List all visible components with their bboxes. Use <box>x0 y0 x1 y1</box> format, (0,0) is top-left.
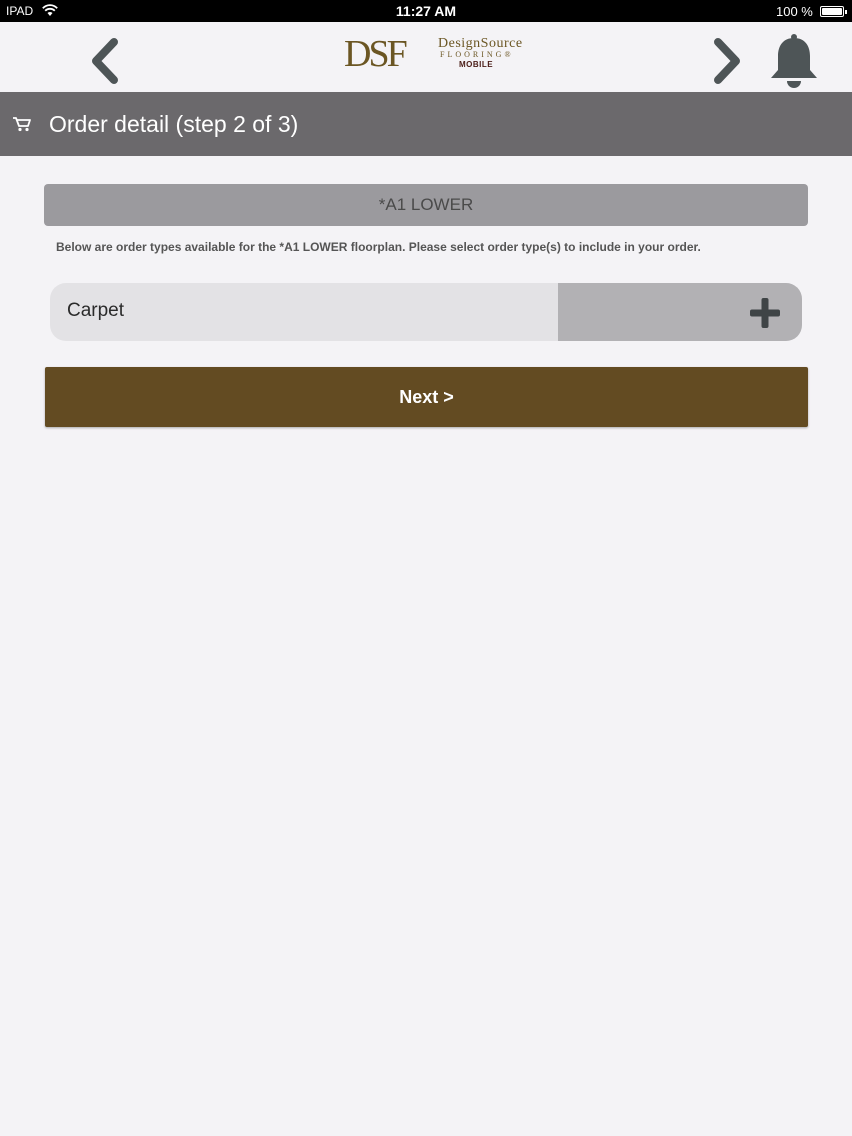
cart-icon <box>13 117 31 132</box>
instructions-text: Below are order types available for the … <box>56 240 701 254</box>
logo-sub: FLOORING® <box>440 50 514 59</box>
nav-bar: DSF DesignSource FLOORING® MOBILE <box>0 22 852 92</box>
floorplan-name: *A1 LOWER <box>44 184 808 226</box>
status-bar: IPAD 11:27 AM 100 % <box>0 0 852 22</box>
logo-tagline: MOBILE <box>458 60 494 69</box>
order-type-label: Carpet <box>67 300 125 321</box>
page-title: Order detail (step 2 of 3) <box>49 111 299 137</box>
chevron-left-icon <box>92 38 118 84</box>
page-header: Order detail (step 2 of 3) <box>0 92 852 156</box>
clock: 11:27 AM <box>395 3 457 19</box>
logo-mark: DSF <box>344 33 408 75</box>
back-button[interactable] <box>86 36 126 86</box>
order-type-row[interactable]: Carpet <box>50 283 802 341</box>
add-order-type-button[interactable] <box>558 283 802 341</box>
plus-icon <box>750 298 780 328</box>
notifications-button[interactable] <box>764 32 824 90</box>
next-button[interactable]: Next > <box>45 367 808 427</box>
battery-percent: 100 % <box>776 4 813 19</box>
forward-button[interactable] <box>706 36 746 86</box>
chevron-right-icon <box>714 38 740 84</box>
brand-logo: DSF DesignSource FLOORING® MOBILE <box>344 33 522 75</box>
battery-icon <box>820 6 847 17</box>
bell-icon <box>771 34 817 88</box>
